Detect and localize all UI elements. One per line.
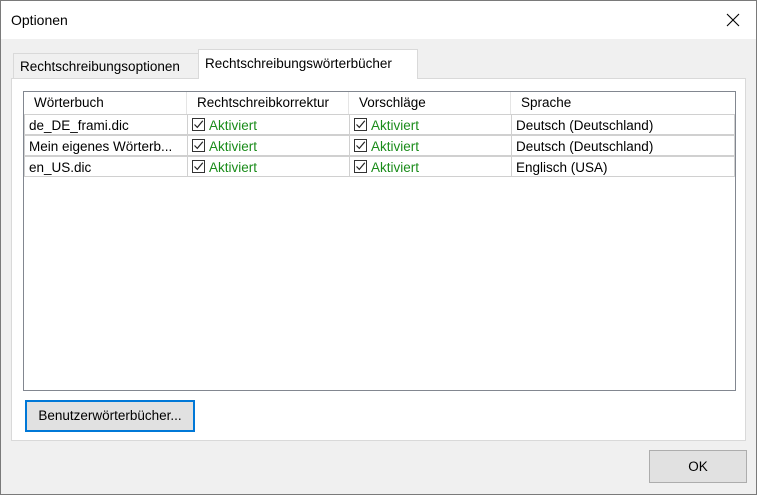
- column-header-dictionary[interactable]: Wörterbuch: [24, 92, 187, 114]
- spellcheck-checkbox[interactable]: [192, 117, 205, 131]
- window-title: Optionen: [11, 12, 68, 28]
- cell-spellcheck: Aktiviert: [187, 114, 349, 135]
- cell-language: Deutsch (Deutschland): [511, 114, 735, 135]
- title-bar: Optionen: [1, 1, 756, 39]
- cell-language: Deutsch (Deutschland): [511, 135, 735, 156]
- checkmark-icon: [356, 141, 366, 150]
- tab-spelling-dictionaries[interactable]: Rechtschreibungswörterbücher: [198, 49, 418, 79]
- spellcheck-checkbox[interactable]: [192, 138, 205, 152]
- cell-suggestions: Aktiviert: [349, 156, 511, 177]
- column-header-spellcheck[interactable]: Rechtschreibkorrektur: [187, 92, 349, 114]
- suggestions-status: Aktiviert: [371, 118, 420, 133]
- cell-language: Englisch (USA): [511, 156, 735, 177]
- suggestions-status: Aktiviert: [371, 139, 420, 154]
- cell-suggestions: Aktiviert: [349, 135, 511, 156]
- close-icon: [726, 13, 740, 27]
- checkmark-icon: [194, 162, 204, 171]
- cell-dictionary: de_DE_frami.dic: [24, 114, 187, 135]
- cell-spellcheck: Aktiviert: [187, 156, 349, 177]
- suggestions-checkbox[interactable]: [354, 138, 367, 152]
- suggestions-checkbox[interactable]: [354, 117, 367, 131]
- table-row[interactable]: de_DE_frami.dic Aktiviert Aktiviert Deut…: [24, 114, 735, 135]
- cell-dictionary: en_US.dic: [24, 156, 187, 177]
- table-row[interactable]: en_US.dic Aktiviert Aktiviert Englisch (…: [24, 156, 735, 177]
- cell-spellcheck: Aktiviert: [187, 135, 349, 156]
- ok-button[interactable]: OK: [649, 450, 747, 483]
- checkmark-icon: [194, 120, 204, 129]
- options-dialog: Optionen Rechtschreibungsoptionen Rechts…: [0, 0, 757, 495]
- spellcheck-status: Aktiviert: [209, 160, 258, 175]
- suggestions-checkbox[interactable]: [354, 159, 367, 173]
- checkmark-icon: [356, 162, 366, 171]
- column-header-suggestions[interactable]: Vorschläge: [349, 92, 511, 114]
- suggestions-status: Aktiviert: [371, 160, 420, 175]
- column-header-language[interactable]: Sprache: [511, 92, 735, 114]
- table-row[interactable]: Mein eigenes Wörterb... Aktiviert Aktivi…: [24, 135, 735, 156]
- tab-panel: Wörterbuch Rechtschreibkorrektur Vorschl…: [11, 78, 746, 441]
- user-dictionaries-button[interactable]: Benutzerwörterbücher...: [25, 400, 195, 432]
- close-button[interactable]: [716, 5, 750, 35]
- cell-dictionary: Mein eigenes Wörterb...: [24, 135, 187, 156]
- list-header: Wörterbuch Rechtschreibkorrektur Vorschl…: [24, 92, 735, 114]
- cell-suggestions: Aktiviert: [349, 114, 511, 135]
- spellcheck-status: Aktiviert: [209, 118, 258, 133]
- checkmark-icon: [194, 141, 204, 150]
- tab-spelling-options[interactable]: Rechtschreibungsoptionen: [13, 53, 199, 79]
- spellcheck-status: Aktiviert: [209, 139, 258, 154]
- spellcheck-checkbox[interactable]: [192, 159, 205, 173]
- dictionary-list[interactable]: Wörterbuch Rechtschreibkorrektur Vorschl…: [23, 91, 736, 391]
- checkmark-icon: [356, 120, 366, 129]
